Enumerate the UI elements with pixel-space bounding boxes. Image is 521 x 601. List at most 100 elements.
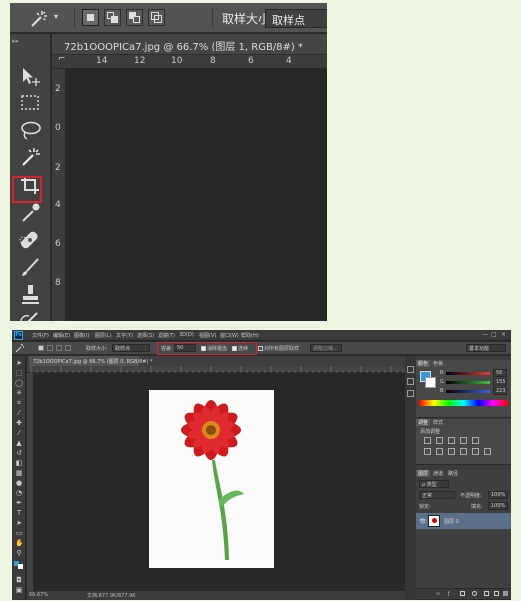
hue-saturation-icon[interactable] — [424, 448, 431, 455]
history-brush-tool-icon[interactable]: ↺ — [15, 449, 23, 457]
close-icon[interactable]: ✕ — [501, 331, 508, 338]
levels-icon[interactable] — [436, 437, 443, 444]
add-to-selection-button[interactable] — [104, 9, 121, 26]
eyedropper-tool-icon[interactable]: ⁄ — [15, 409, 23, 417]
blue-slider[interactable] — [446, 390, 490, 393]
preset-dropdown-arrow-icon[interactable]: ▾ — [54, 12, 58, 21]
tab-paths[interactable]: 路径 — [446, 470, 460, 477]
color-balance-icon[interactable] — [436, 448, 443, 455]
layer-name[interactable]: 图层 0 — [444, 518, 459, 525]
menu-3d[interactable]: 3D(D) — [179, 332, 194, 338]
move-tool-icon[interactable]: ➤ — [15, 359, 23, 367]
intersect-selection-button[interactable] — [65, 345, 71, 351]
magic-wand-tool-icon[interactable] — [18, 145, 43, 170]
photo-filter-icon[interactable] — [460, 448, 467, 455]
brightness-contrast-icon[interactable] — [424, 437, 431, 444]
new-selection-button[interactable] — [82, 9, 99, 26]
fill-input[interactable]: 100% — [488, 502, 508, 510]
document-tab[interactable]: 72b1OOOPICa7.jpg @ 66.7% (图层 0, RGB/8#) … — [29, 356, 153, 366]
workspace-select[interactable]: 基本功能 — [466, 344, 506, 352]
refine-edge-button[interactable]: 调整边缘... — [310, 344, 342, 352]
add-to-selection-button[interactable] — [47, 345, 53, 351]
add-mask-icon[interactable] — [460, 591, 465, 596]
intersect-selection-button[interactable] — [148, 9, 165, 26]
red-slider[interactable] — [446, 372, 490, 375]
magic-wand-preset-icon[interactable] — [28, 9, 48, 29]
color-lookup-icon[interactable] — [484, 448, 491, 455]
magic-wand-tool-icon[interactable]: ✳ — [15, 389, 23, 397]
menu-window[interactable]: 窗口(W) — [220, 332, 239, 339]
sample-size-select[interactable]: 取样点 — [112, 344, 150, 352]
color-spectrum-bar[interactable] — [419, 400, 508, 406]
link-layers-icon[interactable]: ∞ — [436, 591, 440, 597]
menu-edit[interactable]: 编辑(E) — [53, 332, 70, 339]
move-tool-icon[interactable] — [18, 64, 43, 89]
horizontal-ruler[interactable] — [27, 366, 405, 373]
tab-styles[interactable]: 样式 — [431, 419, 445, 426]
magic-wand-preset-icon[interactable] — [15, 344, 24, 353]
layer-row[interactable]: 👁 图层 0 — [416, 513, 511, 529]
shape-tool-icon[interactable]: ▭ — [15, 529, 23, 537]
document-tab[interactable]: 72b1OOOPICa7.jpg @ 66.7% (图层 1, RGB/8#) … — [52, 34, 327, 55]
lasso-tool-icon[interactable]: ◯ — [15, 379, 23, 387]
vibrance-icon[interactable] — [472, 437, 479, 444]
zoom-level[interactable]: 66.67% — [29, 592, 48, 598]
menu-select[interactable]: 选择(S) — [137, 332, 154, 339]
maximize-icon[interactable]: □ — [491, 331, 498, 338]
menu-image[interactable]: 图像(I) — [74, 332, 89, 339]
menu-filter[interactable]: 滤镜(T) — [158, 332, 175, 339]
clone-stamp-tool-icon[interactable]: ▲ — [15, 439, 23, 447]
panel-collapse-icon[interactable]: ▸▸ — [12, 37, 49, 45]
exposure-icon[interactable] — [460, 437, 467, 444]
minimize-icon[interactable]: — — [482, 331, 489, 338]
dodge-tool-icon[interactable]: ◔ — [15, 489, 23, 497]
curves-icon[interactable] — [448, 437, 455, 444]
background-color-swatch[interactable] — [18, 564, 23, 569]
eye-visibility-icon[interactable]: 👁 — [419, 518, 427, 525]
eraser-tool-icon[interactable]: ◧ — [15, 459, 23, 467]
tab-color[interactable]: 颜色 — [416, 360, 431, 367]
type-tool-icon[interactable]: T — [15, 509, 23, 517]
crop-tool-icon[interactable]: ⌗ — [15, 399, 23, 407]
brush-tool-icon[interactable] — [18, 255, 43, 280]
tab-layers[interactable]: 图层 — [416, 470, 431, 477]
canvas-area[interactable] — [67, 70, 327, 321]
vertical-ruler[interactable] — [27, 373, 34, 591]
menu-layer[interactable]: 图层(L) — [95, 332, 112, 339]
tab-channels[interactable]: 通道 — [431, 470, 445, 477]
menu-file[interactable]: 文件(F) — [32, 332, 49, 339]
character-panel-icon[interactable] — [407, 390, 414, 397]
new-fill-layer-icon[interactable] — [472, 591, 477, 596]
lasso-tool-icon[interactable] — [18, 118, 43, 143]
opacity-input[interactable]: 100% — [488, 491, 508, 499]
new-layer-icon[interactable] — [494, 591, 499, 596]
history-panel-icon[interactable] — [407, 366, 414, 373]
healing-brush-tool-icon[interactable] — [18, 228, 43, 253]
gradient-tool-icon[interactable]: ▦ — [15, 469, 23, 477]
delete-layer-icon[interactable] — [503, 591, 508, 596]
green-value[interactable]: 155 — [493, 378, 507, 386]
clone-stamp-tool-icon[interactable] — [18, 282, 43, 307]
layer-kind-filter[interactable]: ρ 类型 — [419, 480, 449, 488]
vertical-ruler[interactable]: 2 0 2 4 6 8 — [52, 69, 66, 321]
blue-value[interactable]: 223 — [493, 387, 507, 395]
zoom-tool-icon[interactable]: ⚲ — [15, 549, 23, 557]
menu-help[interactable]: 帮助(H) — [241, 332, 259, 339]
eyedropper-tool-icon[interactable] — [18, 200, 43, 225]
red-value[interactable]: 56 — [493, 369, 507, 377]
blend-mode-select[interactable]: 正常 — [419, 491, 455, 499]
background-color-swatch[interactable] — [425, 377, 436, 388]
properties-panel-icon[interactable] — [407, 378, 414, 385]
new-group-icon[interactable] — [484, 591, 489, 596]
menu-type[interactable]: 文字(Y) — [116, 332, 133, 339]
tab-adjustments[interactable]: 调整 — [416, 419, 431, 426]
new-selection-button[interactable] — [38, 345, 44, 351]
menu-view[interactable]: 视图(V) — [199, 332, 216, 339]
marquee-tool-icon[interactable]: ⬚ — [15, 369, 23, 377]
healing-brush-tool-icon[interactable]: ✚ — [15, 419, 23, 427]
path-selection-tool-icon[interactable]: ➤ — [15, 519, 23, 527]
history-brush-tool-icon[interactable] — [18, 308, 43, 321]
sample-size-select[interactable]: 取样点 — [265, 9, 327, 28]
black-white-icon[interactable] — [448, 448, 455, 455]
subtract-from-selection-button[interactable] — [56, 345, 62, 351]
